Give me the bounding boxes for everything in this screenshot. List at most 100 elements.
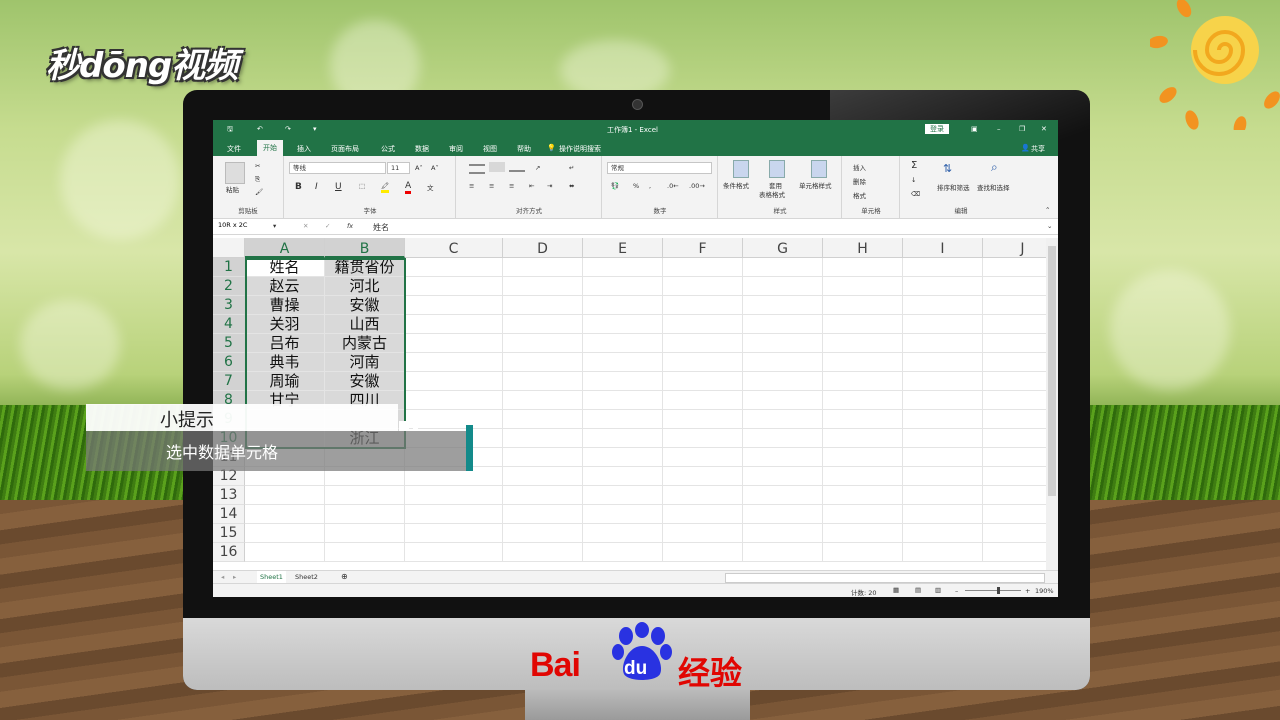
minimize-icon[interactable]: – [997,125,1001,133]
cell-a3[interactable]: 曹操 [245,296,325,315]
cell-g13[interactable] [743,486,823,505]
insert-function-icon[interactable]: fx [347,222,353,230]
page-layout-view-icon[interactable]: ▤ [915,586,921,594]
cell-d15[interactable] [503,524,583,543]
cell-e10[interactable] [583,429,663,448]
cell-i10[interactable] [903,429,983,448]
horizontal-scrollbar[interactable] [725,573,1045,583]
accounting-icon[interactable]: 💱 [611,182,619,190]
cell-c14[interactable] [405,505,503,524]
cell-d11[interactable] [503,448,583,467]
delete-cells-button[interactable]: 删除 [853,176,866,186]
cell-g7[interactable] [743,372,823,391]
cell-e5[interactable] [583,334,663,353]
cell-i2[interactable] [903,277,983,296]
cell-e14[interactable] [583,505,663,524]
decrease-decimal-icon[interactable]: .00→ [689,182,705,190]
row-header[interactable]: 1 [213,258,245,277]
cell-c6[interactable] [405,353,503,372]
sort-filter-button[interactable]: 排序和筛选 [937,182,970,192]
cell-b13[interactable] [325,486,405,505]
cell-h7[interactable] [823,372,903,391]
cell-i12[interactable] [903,467,983,486]
cell-i9[interactable] [903,410,983,429]
cell-h15[interactable] [823,524,903,543]
column-header-a[interactable]: A [245,238,325,258]
conditional-format-icon[interactable] [733,160,749,178]
fill-icon[interactable]: ↓ [911,176,916,184]
cell-c9[interactable] [405,410,503,429]
cell-d3[interactable] [503,296,583,315]
sort-filter-icon[interactable]: ⇅ [943,162,952,175]
cell-g11[interactable] [743,448,823,467]
cell-e3[interactable] [583,296,663,315]
name-box-dropdown-icon[interactable]: ▾ [273,222,276,230]
cell-f6[interactable] [663,353,743,372]
cell-c2[interactable] [405,277,503,296]
cell-d9[interactable] [503,410,583,429]
cell-a14[interactable] [245,505,325,524]
cell-style-button[interactable]: 单元格样式 [799,180,832,190]
cell-h1[interactable] [823,258,903,277]
cell-f11[interactable] [663,448,743,467]
cut-icon[interactable]: ✂ [255,162,260,170]
select-all-corner[interactable] [213,238,245,258]
row-header[interactable]: 6 [213,353,245,372]
row-header[interactable]: 13 [213,486,245,505]
tab-insert[interactable]: 插入 [297,144,311,154]
row-header[interactable]: 7 [213,372,245,391]
cell-f14[interactable] [663,505,743,524]
font-color-icon[interactable]: A [405,181,412,194]
cell-c8[interactable] [405,391,503,410]
wrap-text-icon[interactable]: ↵ [569,164,574,172]
cell-e8[interactable] [583,391,663,410]
sheet-tab-2[interactable]: Sheet2 [295,573,318,581]
row-header[interactable]: 5 [213,334,245,353]
cell-i1[interactable] [903,258,983,277]
underline-button[interactable]: U [335,182,342,192]
prev-sheet-icon[interactable]: ◂ [221,573,224,581]
format-painter-icon[interactable]: 🖌 [255,188,263,196]
align-left-icon[interactable]: ≡ [469,182,474,190]
cell-h13[interactable] [823,486,903,505]
cell-h3[interactable] [823,296,903,315]
cell-d6[interactable] [503,353,583,372]
cell-c16[interactable] [405,543,503,562]
cell-g14[interactable] [743,505,823,524]
cell-h6[interactable] [823,353,903,372]
increase-decimal-icon[interactable]: .0← [667,182,679,190]
find-select-button[interactable]: 查找和选择 [977,182,1010,192]
column-header-b[interactable]: B [325,238,405,258]
column-header-h[interactable]: H [823,238,903,258]
cell-style-icon[interactable] [811,160,827,178]
conditional-format-button[interactable]: 条件格式 [723,180,749,190]
row-header[interactable]: 3 [213,296,245,315]
cell-i11[interactable] [903,448,983,467]
cell-a1[interactable]: 姓名 [245,258,325,277]
phonetic-icon[interactable]: 文 [427,182,434,192]
orientation-icon[interactable]: ↗ [535,164,540,172]
tab-page-layout[interactable]: 页面布局 [331,144,359,154]
cell-i3[interactable] [903,296,983,315]
cell-h10[interactable] [823,429,903,448]
cell-g15[interactable] [743,524,823,543]
cell-a5[interactable]: 吕布 [245,334,325,353]
cell-d13[interactable] [503,486,583,505]
cell-d5[interactable] [503,334,583,353]
cell-c7[interactable] [405,372,503,391]
zoom-in-icon[interactable]: + [1025,587,1030,595]
cell-i6[interactable] [903,353,983,372]
cell-a16[interactable] [245,543,325,562]
align-center-icon[interactable]: ≡ [489,182,494,190]
clear-icon[interactable]: ⌫ [911,190,920,198]
collapse-ribbon-icon[interactable]: ⌃ [1045,206,1050,214]
maximize-icon[interactable]: ❐ [1019,125,1025,133]
customize-qat-icon[interactable]: ▾ [313,125,317,133]
cell-b4[interactable]: 山西 [325,315,405,334]
cell-g10[interactable] [743,429,823,448]
cell-c5[interactable] [405,334,503,353]
cell-a4[interactable]: 关羽 [245,315,325,334]
cell-h12[interactable] [823,467,903,486]
cell-a7[interactable]: 周瑜 [245,372,325,391]
cell-f2[interactable] [663,277,743,296]
